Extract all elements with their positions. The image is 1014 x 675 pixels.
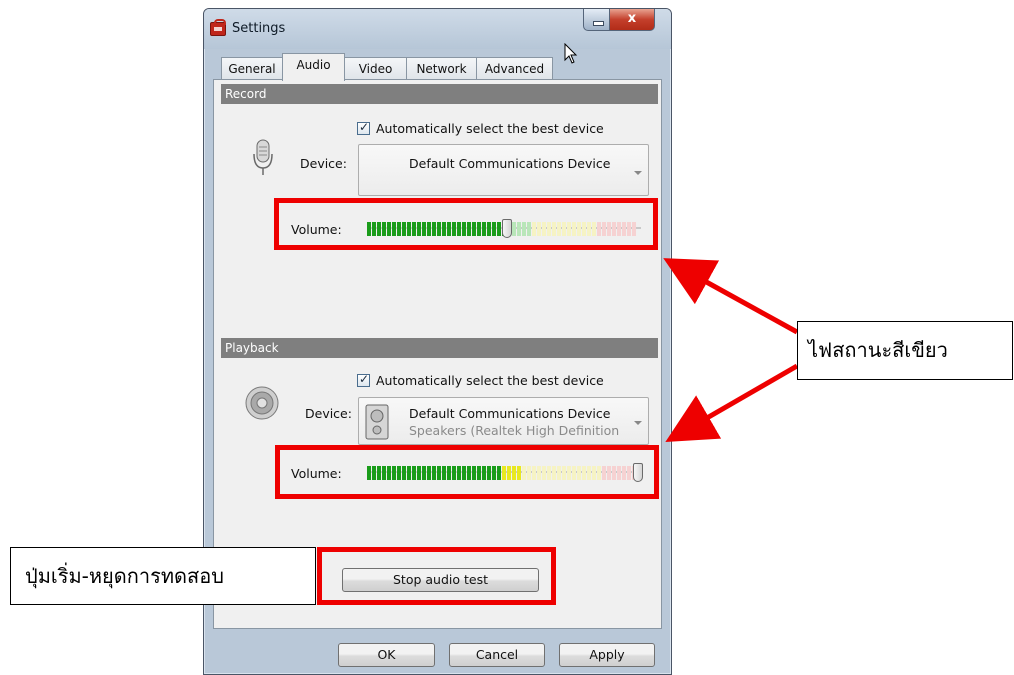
arrow-to-record-volume — [663, 258, 799, 335]
arrow-to-playback-volume — [665, 363, 799, 442]
start-stop-callout: ปุ่มเริ่ม-หยุดการทดสอบ — [10, 547, 316, 605]
tab-audio[interactable]: Audio — [282, 53, 345, 81]
status-light-callout: ไฟสถานะสีเขียว — [797, 321, 1013, 380]
